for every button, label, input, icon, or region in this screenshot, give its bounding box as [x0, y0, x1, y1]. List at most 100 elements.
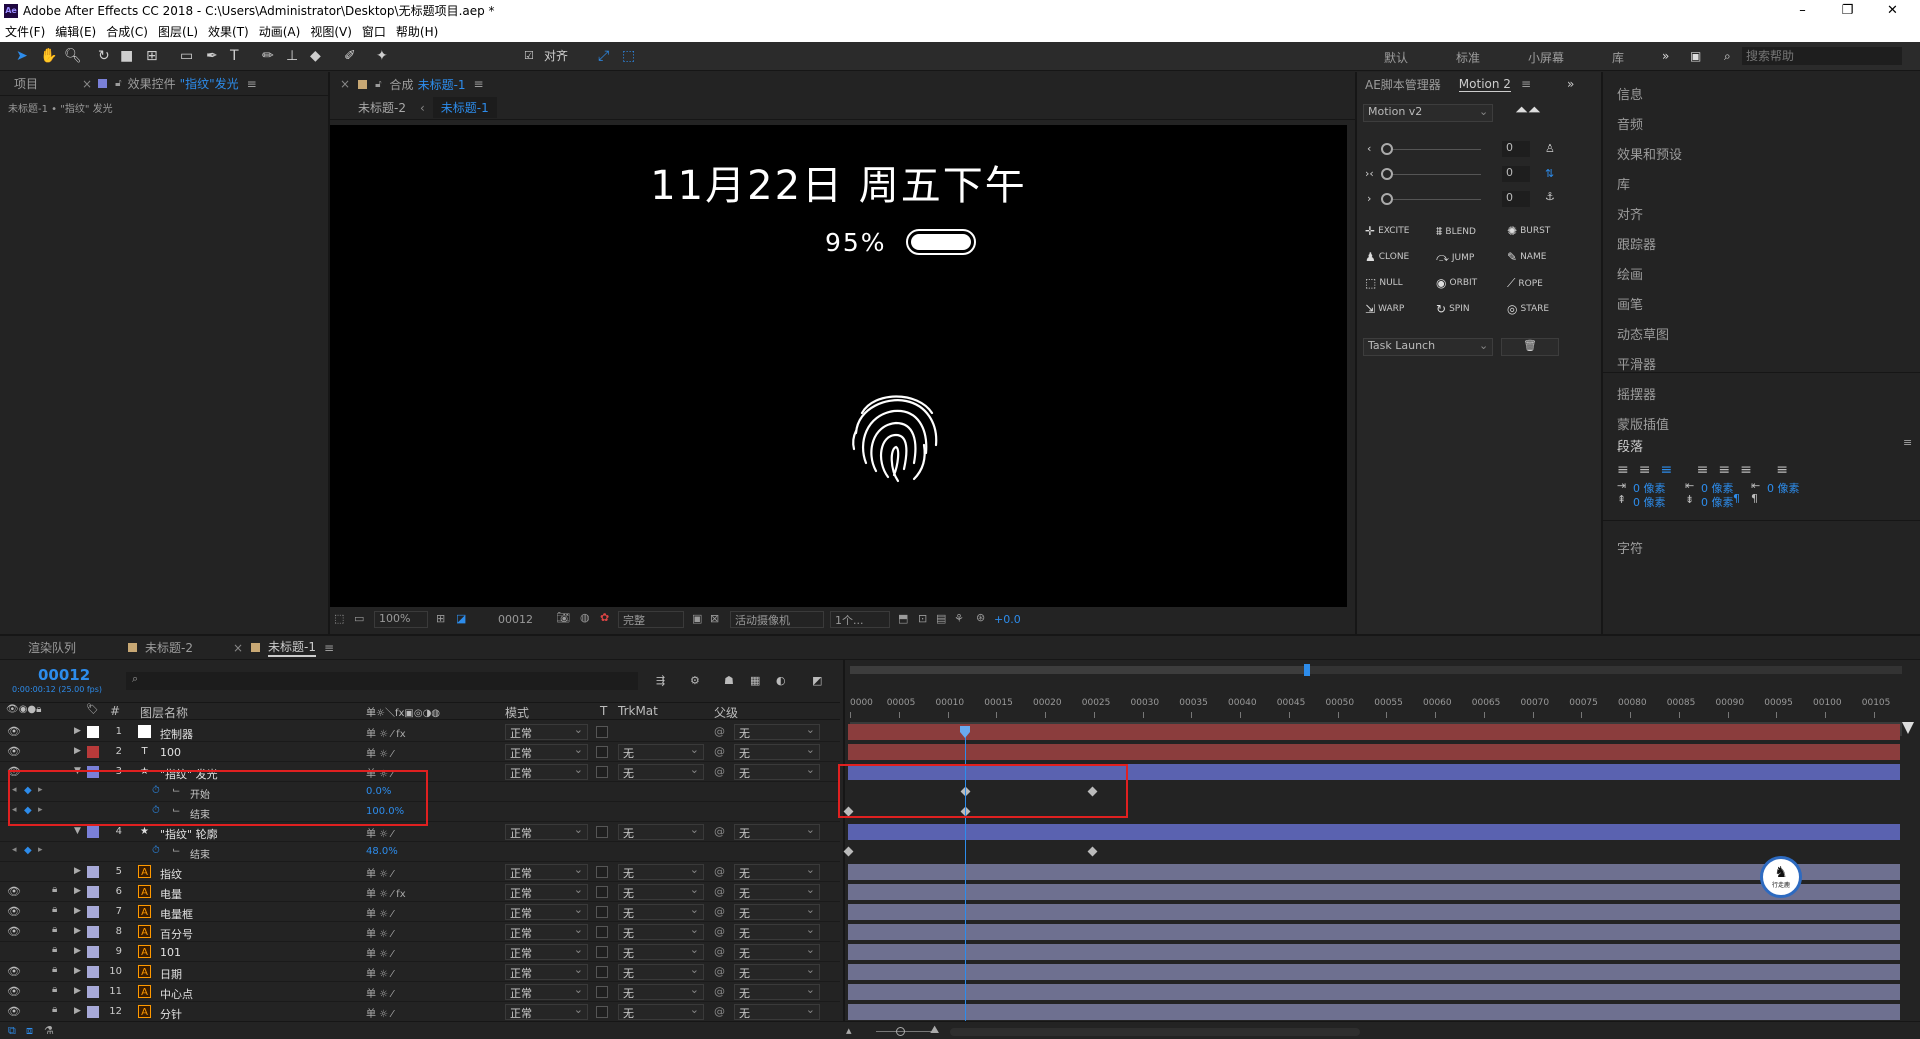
layer-label-color[interactable] [87, 906, 99, 918]
pick-whip-icon[interactable]: @ [714, 905, 725, 918]
timeline-scrollbar[interactable] [950, 1028, 1360, 1036]
pick-whip-icon[interactable]: @ [714, 725, 725, 738]
pick-whip-icon[interactable]: @ [714, 1005, 725, 1018]
timeline-icon[interactable]: ▤ [936, 612, 946, 625]
more-panels-button[interactable]: » [1567, 77, 1574, 91]
blend-mode-select[interactable]: 正常 [505, 863, 588, 880]
menu-effect[interactable]: 效果(T) [203, 23, 254, 40]
expand-down-icon[interactable]: ▼ [74, 826, 81, 836]
ltr-direction-icon[interactable]: ¶ [1733, 492, 1740, 505]
layer-duration-bar[interactable] [848, 1004, 1900, 1020]
blend-mode-select[interactable]: 正常 [505, 983, 588, 1000]
preserve-transparency-checkbox[interactable] [596, 986, 608, 998]
parent-select[interactable]: 无 [734, 983, 820, 1000]
layer-switches-icon[interactable]: 单 ☼ ⁄ fx [366, 725, 406, 740]
channel-icon[interactable]: ✿ [600, 611, 609, 624]
layer-name[interactable]: 分针 [160, 1006, 182, 1022]
stare-button[interactable]: ◎ STARE [1507, 302, 1549, 316]
menu-edit[interactable]: 编辑(E) [50, 23, 101, 40]
roto-brush-tool-icon[interactable]: ✐ [344, 48, 356, 64]
lock-icon[interactable]: 🔒︎ [52, 1004, 57, 1015]
lock-icon[interactable]: 🔒︎ [52, 924, 57, 935]
tab-effect-controls-prefix[interactable]: 效果控件 [128, 75, 176, 92]
track-matte-select[interactable]: 无 [618, 923, 704, 940]
blend-mode-select[interactable]: 正常 [505, 943, 588, 960]
stopwatch-icon[interactable]: ⏱︎ [152, 845, 160, 856]
time-ruler[interactable]: 0000 00005 00010 00015 00020 00025 00030 00035 0… [850, 698, 1902, 720]
warp-button[interactable]: ⇲ WARP [1365, 302, 1404, 316]
pick-whip-icon[interactable]: @ [714, 985, 725, 998]
slider-value[interactable]: 0 [1502, 191, 1530, 207]
zoom-tool-icon[interactable]: 🔍︎ [64, 48, 82, 64]
panel-item[interactable]: 动态草图 [1617, 324, 1669, 343]
panel-item[interactable]: 对齐 [1617, 204, 1643, 223]
panel-item[interactable]: 画笔 [1617, 294, 1643, 313]
menu-composition[interactable]: 合成(C) [101, 23, 153, 40]
layer-label-color[interactable] [87, 886, 99, 898]
link-icon[interactable]: ⇅ [1545, 167, 1554, 180]
panel-item[interactable]: 平滑器 [1617, 354, 1656, 373]
layer-label-color[interactable] [87, 746, 99, 758]
comp-nav-item[interactable]: 未标题-2 [358, 99, 406, 116]
pick-whip-icon[interactable]: @ [714, 865, 725, 878]
parent-select[interactable]: 无 [734, 1003, 820, 1020]
restore-button[interactable]: ❐ [1825, 0, 1870, 21]
visibility-eye-icon[interactable]: 👁︎ [7, 905, 21, 918]
lock-icon[interactable]: 🔒︎ [52, 944, 57, 955]
track-matte-select[interactable]: 无 [618, 743, 704, 760]
pen-tool-icon[interactable]: ✒ [206, 48, 218, 64]
transparency-grid-icon[interactable]: ◪ [456, 612, 466, 625]
visibility-eye-icon[interactable]: 👁︎ [7, 965, 21, 978]
visibility-eye-icon[interactable]: 👁︎ [7, 725, 21, 738]
layer-name[interactable]: 百分号 [160, 926, 193, 942]
tab-project[interactable]: 项目 [14, 75, 38, 92]
zoom-slider-track[interactable] [876, 1031, 936, 1032]
preset-select[interactable]: Motion v2 [1363, 104, 1493, 122]
parent-select[interactable]: 无 [734, 943, 820, 960]
panel-item[interactable]: 效果和预设 [1617, 144, 1682, 163]
pan-behind-tool-icon[interactable]: ⊞ [146, 48, 158, 64]
layer-name[interactable]: 中心点 [160, 986, 193, 1002]
always-preview-icon[interactable]: ⬚ [334, 612, 344, 625]
rope-button[interactable]: ⟋ ROPE [1507, 276, 1543, 291]
menu-view[interactable]: 视图(V) [305, 23, 357, 40]
blend-button[interactable]: ⩩ BLEND [1436, 224, 1476, 239]
comp-nav-item-active[interactable]: 未标题-1 [432, 97, 497, 118]
views-select[interactable]: 1个... [830, 611, 890, 628]
expand-right-icon[interactable]: ▶ [74, 926, 81, 936]
tab-composition-name[interactable]: 未标题-1 [418, 76, 466, 93]
layer-name[interactable]: 电量框 [160, 906, 193, 922]
panel-item[interactable]: 信息 [1617, 84, 1643, 103]
delete-button[interactable]: 🗑︎ [1501, 338, 1559, 356]
bell-icon[interactable]: ♙ [1545, 142, 1555, 155]
preserve-transparency-checkbox[interactable] [596, 766, 608, 778]
panel-item[interactable]: 绘画 [1617, 264, 1643, 283]
time-navigator-end[interactable] [1902, 722, 1914, 734]
expand-right-icon[interactable]: ▶ [74, 946, 81, 956]
layer-duration-bar[interactable] [848, 884, 1900, 900]
lock-icon[interactable]: 🔒︎ [52, 964, 57, 975]
selection-tool-icon[interactable]: ➤ [16, 48, 28, 64]
pick-whip-icon[interactable]: @ [714, 765, 725, 778]
hand-tool-icon[interactable]: ✋ [40, 48, 57, 64]
space-after-value[interactable]: 0 像素 [1701, 494, 1734, 510]
layer-label-color[interactable] [87, 986, 99, 998]
property-row[interactable]: ◂ ◆ ▸ ⏱︎ ⌙ 结束 48.0% [0, 842, 840, 862]
visibility-eye-icon[interactable]: 👁︎ [7, 925, 21, 938]
work-area-bar[interactable] [850, 666, 1305, 674]
flowchart-icon[interactable]: ⚘ [954, 612, 964, 625]
visibility-eye-icon[interactable]: 👁︎ [7, 745, 21, 758]
slider-handle[interactable] [1381, 193, 1393, 205]
layer-row[interactable]: 🔒︎ ▶ 9 A 101 单 ☼ ⁄ 正常 无 @ 无 [0, 942, 840, 962]
camera-tool-icon[interactable]: ■ [120, 48, 133, 64]
exposure-value[interactable]: +0.0 [994, 613, 1021, 626]
search-help-input[interactable] [1742, 47, 1902, 65]
property-value[interactable]: 48.0% [366, 846, 398, 857]
layer-duration-bar[interactable] [848, 944, 1900, 960]
layer-duration-bar[interactable] [848, 824, 1900, 840]
blend-mode-select[interactable]: 正常 [505, 723, 588, 740]
preserve-transparency-checkbox[interactable] [596, 966, 608, 978]
monitor-icon[interactable]: ▭ [354, 612, 364, 625]
preserve-transparency-checkbox[interactable] [596, 726, 608, 738]
layer-row[interactable]: 👁︎ 🔒︎ ▶ 11 A 中心点 单 ☼ ⁄ 正常 无 @ 无 [0, 982, 840, 1002]
